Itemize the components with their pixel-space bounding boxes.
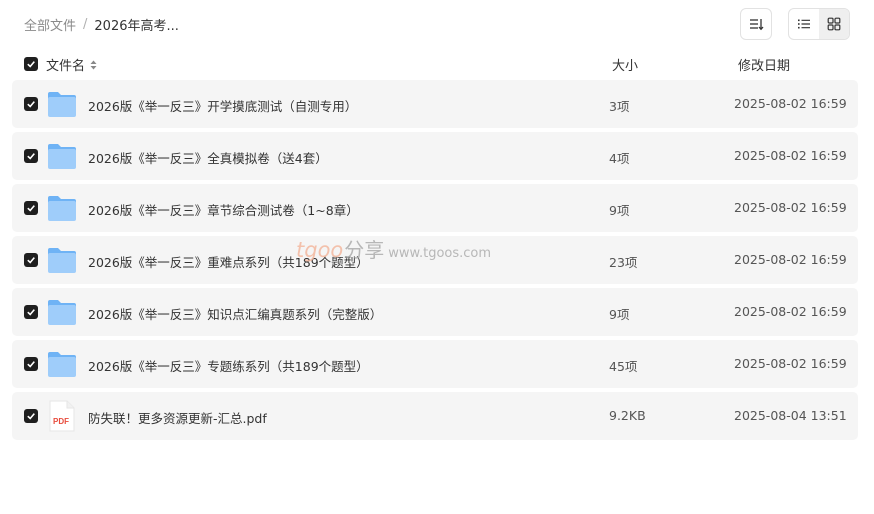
file-row[interactable]: PDF 防失联！更多资源更新-汇总.pdf 9.2KB 2025-08-04 13:5… bbox=[12, 392, 858, 440]
check-icon bbox=[27, 257, 35, 264]
file-size: 4项 bbox=[609, 151, 630, 166]
sort-button[interactable] bbox=[740, 8, 772, 40]
file-size: 9项 bbox=[609, 203, 630, 218]
file-name[interactable]: 2026版《举一反三》开学摸底测试（自测专用） bbox=[88, 96, 357, 115]
date-column-header[interactable]: 修改日期 bbox=[738, 55, 790, 74]
file-name[interactable]: 2026版《举一反三》知识点汇编真题系列（完整版） bbox=[88, 304, 382, 323]
breadcrumb: 全部文件 / 2026年高考... bbox=[24, 14, 179, 34]
file-date: 2025-08-04 13:51 bbox=[734, 408, 847, 423]
file-row[interactable]: 2026版《举一反三》全真模拟卷（送4套） 4项 2025-08-02 16:59 bbox=[12, 132, 858, 180]
file-size: 45项 bbox=[609, 359, 638, 374]
row-checkbox[interactable] bbox=[24, 253, 38, 267]
list-view-icon bbox=[798, 19, 810, 29]
file-date: 2025-08-02 16:59 bbox=[734, 148, 847, 163]
file-size: 23项 bbox=[609, 255, 638, 270]
name-column-label: 文件名 bbox=[46, 59, 86, 74]
grid-view-icon bbox=[827, 17, 841, 31]
check-icon bbox=[27, 413, 35, 420]
file-row[interactable]: 2026版《举一反三》专题练系列（共189个题型） 45项 2025-08-02 1… bbox=[12, 340, 858, 388]
list-view-button[interactable] bbox=[789, 9, 819, 39]
check-icon bbox=[27, 361, 35, 368]
file-date: 2025-08-02 16:59 bbox=[734, 252, 847, 267]
row-checkbox[interactable] bbox=[24, 149, 38, 163]
breadcrumb-current: 2026年高考... bbox=[94, 18, 179, 34]
view-toggle bbox=[788, 8, 850, 40]
sort-icon bbox=[750, 19, 764, 31]
folder-icon bbox=[47, 350, 77, 378]
file-name[interactable]: 防失联！更多资源更新-汇总.pdf bbox=[88, 408, 267, 427]
file-size: 9.2KB bbox=[609, 408, 646, 423]
row-checkbox[interactable] bbox=[24, 409, 38, 423]
svg-text:PDF: PDF bbox=[53, 417, 69, 426]
file-size: 9项 bbox=[609, 307, 630, 322]
folder-icon bbox=[47, 142, 77, 170]
folder-icon bbox=[47, 194, 77, 222]
file-date: 2025-08-02 16:59 bbox=[734, 304, 847, 319]
file-row[interactable]: 2026版《举一反三》章节综合测试卷（1~8章） 9项 2025-08-02 16:… bbox=[12, 184, 858, 232]
file-row[interactable]: 2026版《举一反三》开学摸底测试（自测专用） 3项 2025-08-02 16:5… bbox=[12, 80, 858, 128]
check-icon bbox=[27, 205, 35, 212]
folder-icon bbox=[47, 298, 77, 326]
file-date: 2025-08-02 16:59 bbox=[734, 356, 847, 371]
file-name[interactable]: 2026版《举一反三》章节综合测试卷（1~8章） bbox=[88, 200, 359, 219]
check-icon bbox=[27, 101, 35, 108]
grid-view-button[interactable] bbox=[819, 9, 849, 39]
select-all-checkbox[interactable] bbox=[24, 57, 38, 71]
folder-icon bbox=[47, 246, 77, 274]
check-icon bbox=[27, 309, 35, 316]
file-list: 2026版《举一反三》开学摸底测试（自测专用） 3项 2025-08-02 16:5… bbox=[12, 80, 858, 444]
breadcrumb-separator: / bbox=[83, 16, 88, 32]
check-icon bbox=[27, 153, 35, 160]
row-checkbox[interactable] bbox=[24, 357, 38, 371]
file-name[interactable]: 2026版《举一反三》全真模拟卷（送4套） bbox=[88, 148, 328, 167]
file-list-header: 文件名 大小 修改日期 bbox=[12, 52, 858, 76]
breadcrumb-root-link[interactable]: 全部文件 bbox=[24, 15, 76, 34]
file-size: 3项 bbox=[609, 99, 630, 114]
file-date: 2025-08-02 16:59 bbox=[734, 96, 847, 111]
folder-icon bbox=[47, 90, 77, 118]
file-row[interactable]: 2026版《举一反三》知识点汇编真题系列（完整版） 9项 2025-08-02 16… bbox=[12, 288, 858, 336]
file-name[interactable]: 2026版《举一反三》专题练系列（共189个题型） bbox=[88, 356, 369, 375]
row-checkbox[interactable] bbox=[24, 201, 38, 215]
row-checkbox[interactable] bbox=[24, 97, 38, 111]
file-name[interactable]: 2026版《举一反三》重难点系列（共189个题型） bbox=[88, 252, 369, 271]
sort-arrows-icon bbox=[90, 60, 97, 70]
size-column-header[interactable]: 大小 bbox=[612, 55, 638, 74]
check-icon bbox=[27, 61, 35, 68]
row-checkbox[interactable] bbox=[24, 305, 38, 319]
file-date: 2025-08-02 16:59 bbox=[734, 200, 847, 215]
pdf-file-icon: PDF bbox=[47, 400, 77, 432]
file-row[interactable]: 2026版《举一反三》重难点系列（共189个题型） 23项 2025-08-02 1… bbox=[12, 236, 858, 284]
name-column-header[interactable]: 文件名 bbox=[46, 55, 97, 74]
